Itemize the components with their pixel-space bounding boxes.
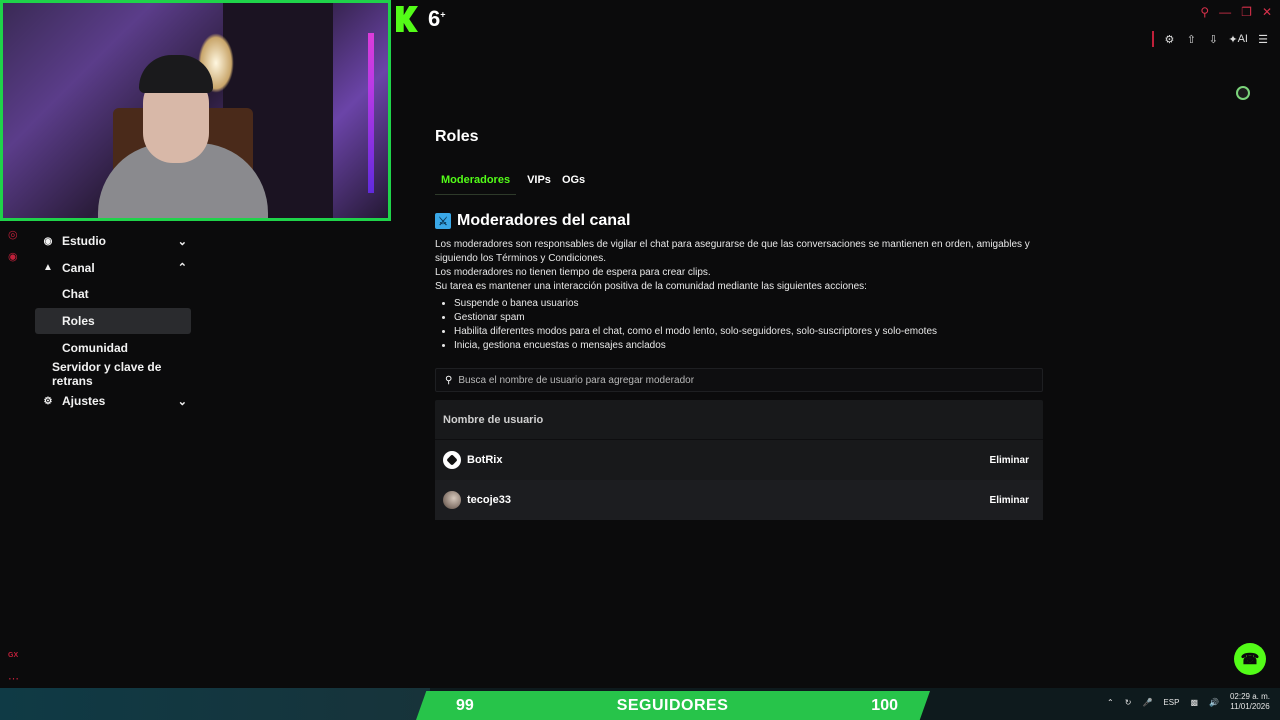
restore-icon[interactable]: ❐	[1241, 5, 1252, 19]
sidebar-item-label: Roles	[62, 314, 95, 329]
search-placeholder: Busca el nombre de usuario para agregar …	[458, 374, 695, 386]
sidebar-item-label: Canal	[62, 260, 95, 275]
actions-list: Suspende o banea usuarios Gestionar spam…	[435, 297, 1043, 353]
minimize-icon[interactable]: —	[1219, 5, 1231, 19]
clock-date: 11/01/2026	[1230, 702, 1270, 711]
search-icon[interactable]: ⚲	[1200, 5, 1209, 19]
webcam-overlay	[0, 0, 391, 221]
list-item: Gestionar spam	[454, 311, 1043, 325]
browser-toolbar: ⚙ ⇧ ⇩ ✦ AI ☰	[1152, 31, 1270, 47]
clock-time: 02:29 a. m.	[1229, 692, 1270, 701]
remove-button[interactable]: Eliminar	[984, 451, 1035, 470]
sidebar-item-label: Ajustes	[62, 394, 106, 409]
window-controls: ⚲ — ❐ ✕	[1200, 5, 1272, 19]
list-item: Habilita diferentes modos para el chat, …	[454, 325, 1043, 339]
sword-icon: ⚔	[435, 213, 451, 229]
section-title: Moderadores del canal	[457, 212, 631, 229]
user-cell: tecoje33	[443, 491, 511, 509]
moderator-search-input[interactable]: ⚲ Busca el nombre de usuario para agrega…	[435, 368, 1043, 392]
description-line: Los moderadores son responsables de vigi…	[435, 239, 1030, 264]
username[interactable]: tecoje33	[467, 494, 511, 506]
description: Los moderadores son responsables de vigi…	[435, 238, 1043, 294]
sync-icon[interactable]: ↻	[1125, 698, 1132, 707]
headset-icon: ☎	[1240, 651, 1260, 668]
channel-icon: ▲	[43, 262, 53, 274]
section-heading: ⚔ Moderadores del canal	[435, 212, 1043, 230]
tab-ogs[interactable]: OGs	[562, 174, 585, 195]
avatar	[443, 451, 461, 469]
chevron-up-icon[interactable]: ⌃	[1107, 698, 1114, 707]
instagram-icon[interactable]: ◉	[8, 250, 18, 263]
extension-icon[interactable]	[1236, 86, 1250, 100]
avatar	[443, 491, 461, 509]
main-content: Roles Moderadores VIPs OGs ⚔ Moderadores…	[435, 128, 1043, 520]
sidebar-item-label: Comunidad	[62, 340, 128, 355]
user-cell: BotRix	[443, 451, 502, 469]
moderators-table: Nombre de usuario BotRix Eliminar tecoje…	[435, 400, 1043, 520]
sidebar: ◉ Estudio ⌄ ▲ Canal ⌃ Chat Roles Comunid…	[35, 228, 191, 415]
page-title: Roles	[435, 128, 479, 145]
version-badge: 6+	[428, 6, 446, 31]
language-indicator[interactable]: ESP	[1163, 698, 1179, 707]
tab-moderadores[interactable]: Moderadores	[435, 174, 517, 195]
sidebar-item-ajustes[interactable]: ⚙ Ajustes ⌄	[35, 388, 191, 414]
system-tray: ⌃ ↻ 🎤 ESP ▩ 🔊 02:29 a. m. 11/01/2026	[1107, 692, 1270, 712]
gx-icon[interactable]: GX	[8, 652, 18, 659]
gear-icon: ⚙	[43, 395, 53, 407]
network-icon[interactable]: ▩	[1190, 698, 1198, 707]
sidebar-item-chat[interactable]: Chat	[35, 281, 191, 307]
studio-icon: ◉	[43, 235, 53, 247]
extensions-icon[interactable]: ⚙	[1162, 32, 1176, 46]
description-line: Su tarea es mantener una interacción pos…	[435, 281, 867, 292]
messenger-icon[interactable]: ◎	[8, 228, 18, 241]
support-chat-button[interactable]: ☎	[1234, 643, 1266, 675]
sidebar-item-roles[interactable]: Roles	[35, 308, 191, 335]
list-item: Suspende o banea usuarios	[454, 297, 1043, 311]
chevron-down-icon: ⌄	[177, 235, 187, 248]
chevron-up-icon: ⌃	[177, 262, 187, 275]
username[interactable]: BotRix	[467, 454, 502, 466]
sidebar-item-servidor[interactable]: Servidor y clave de retrans	[35, 360, 191, 389]
sidebar-item-estudio[interactable]: ◉ Estudio ⌄	[35, 228, 191, 254]
share-icon[interactable]: ⇧	[1184, 32, 1198, 46]
clock[interactable]: 02:29 a. m. 11/01/2026	[1230, 692, 1270, 712]
toolbar-divider	[1152, 31, 1155, 47]
search-icon: ⚲	[445, 374, 453, 386]
volume-icon[interactable]: 🔊	[1209, 698, 1219, 707]
sidebar-item-canal[interactable]: ▲ Canal ⌃	[35, 255, 191, 281]
microphone-icon[interactable]: 🎤	[1142, 698, 1152, 707]
description-line: Los moderadores no tienen tiempo de espe…	[435, 267, 711, 278]
chevron-down-icon: ⌄	[177, 395, 187, 408]
tab-vips[interactable]: VIPs	[527, 174, 551, 195]
column-header-username[interactable]: Nombre de usuario	[443, 414, 543, 426]
followers-goal-bar: 99 SEGUIDORES 100	[416, 691, 930, 720]
more-icon[interactable]: ⋯	[8, 672, 19, 685]
sidebar-item-label: Servidor y clave de retrans	[52, 360, 162, 389]
table-row: tecoje33 Eliminar	[435, 480, 1043, 520]
followers-current: 99	[456, 696, 474, 714]
table-header[interactable]: Nombre de usuario	[435, 400, 1043, 440]
menu-icon[interactable]: ☰	[1256, 32, 1270, 46]
remove-button[interactable]: Eliminar	[984, 491, 1035, 510]
table-row: BotRix Eliminar	[435, 440, 1043, 480]
kick-logo	[396, 6, 418, 32]
role-tabs: Moderadores VIPs OGs	[435, 174, 1043, 195]
ai-icon[interactable]: ✦ AI	[1228, 32, 1248, 46]
sidebar-item-label: Estudio	[62, 234, 106, 248]
followers-goal: 100	[871, 696, 898, 714]
close-icon[interactable]: ✕	[1262, 5, 1272, 19]
sidebar-item-label: Chat	[62, 287, 89, 302]
list-item: Inicia, gestiona encuestas o mensajes an…	[454, 339, 1043, 353]
followers-label: SEGUIDORES	[616, 696, 729, 714]
sidebar-item-comunidad[interactable]: Comunidad	[35, 335, 191, 361]
download-icon[interactable]: ⇩	[1206, 32, 1220, 46]
